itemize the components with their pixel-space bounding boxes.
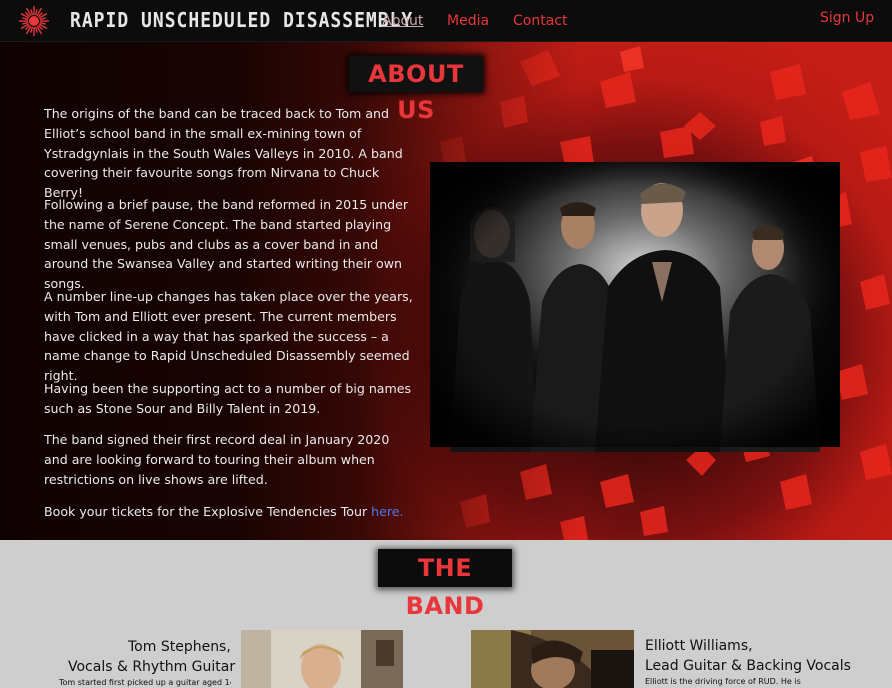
- site-header: RAPID UNSCHEDULED DISASSEMBLY About Medi…: [0, 0, 892, 42]
- signup-link[interactable]: Sign Up: [820, 9, 874, 27]
- tickets-text: Book your tickets for the Explosive Tend…: [44, 504, 372, 519]
- about-paragraph-4: Having been the supporting act to a numb…: [44, 381, 412, 416]
- brand-logo[interactable]: RAPID UNSCHEDULED DISASSEMBLY: [70, 6, 413, 36]
- member-2-photo: [471, 630, 634, 688]
- member-2-role: Lead Guitar & Backing Vocals: [645, 658, 851, 674]
- about-title-box: ABOUT US: [349, 56, 483, 124]
- nav-media-link[interactable]: Media: [447, 12, 489, 30]
- member-2-name: Elliott Williams,: [645, 638, 753, 654]
- about-section: ABOUT US The origins of the band can be …: [0, 42, 892, 540]
- nav-about-link[interactable]: About: [382, 12, 423, 30]
- band-title-box: THE BAND: [378, 549, 512, 620]
- member-1-bio: Tom started first picked up a guitar age…: [59, 678, 231, 687]
- member-2-bio: Elliott is the driving force of RUD. He …: [645, 677, 801, 686]
- tickets-link[interactable]: here.: [371, 504, 403, 519]
- band-section: THE BAND Tom Stephens, Vocals & Rhythm G…: [0, 540, 892, 688]
- about-paragraph-3: A number line-up changes has taken place…: [44, 289, 413, 384]
- about-title: ABOUT US: [368, 60, 464, 124]
- member-1-name: Tom Stephens,: [128, 639, 231, 655]
- member-1-role: Vocals & Rhythm Guitar: [68, 659, 236, 675]
- about-paragraph-1: The origins of the band can be traced ba…: [44, 106, 403, 201]
- sunburst-icon[interactable]: [17, 5, 51, 37]
- about-paragraph-5: The band signed their first record deal …: [44, 432, 390, 487]
- member-1-photo: [241, 630, 403, 688]
- band-title: THE BAND: [405, 554, 485, 620]
- nav-contact-link[interactable]: Contact: [513, 12, 567, 30]
- band-photo: [430, 162, 840, 452]
- tickets-paragraph: Book your tickets for the Explosive Tend…: [44, 502, 416, 522]
- about-paragraph-2: Following a brief pause, the band reform…: [44, 197, 409, 292]
